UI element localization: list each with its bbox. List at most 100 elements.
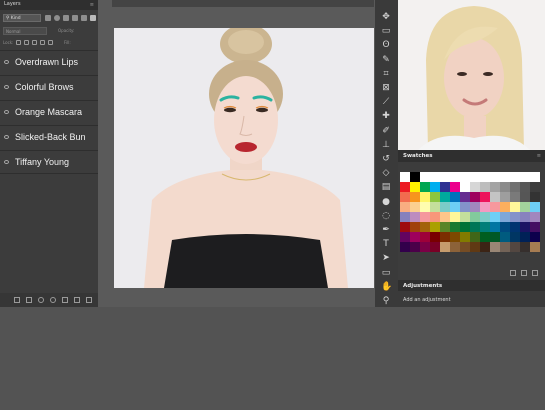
color-swatch[interactable] xyxy=(520,222,530,232)
filter-adjustment-icon[interactable] xyxy=(54,15,60,21)
color-swatch[interactable] xyxy=(460,192,470,202)
rectangle-icon[interactable]: ▭ xyxy=(381,268,391,278)
color-swatch[interactable] xyxy=(400,212,410,222)
color-swatch[interactable] xyxy=(480,202,490,212)
color-swatch[interactable] xyxy=(430,242,440,252)
color-swatch[interactable] xyxy=(470,192,480,202)
layer-row[interactable]: Overdrawn Lips xyxy=(0,50,98,74)
color-swatch[interactable] xyxy=(470,182,480,192)
color-swatch[interactable] xyxy=(450,212,460,222)
color-swatch[interactable] xyxy=(450,242,460,252)
color-swatch[interactable] xyxy=(480,192,490,202)
color-swatch[interactable] xyxy=(480,212,490,222)
color-swatch[interactable] xyxy=(460,232,470,242)
color-swatch[interactable] xyxy=(430,182,440,192)
color-swatch[interactable] xyxy=(510,242,520,252)
color-swatch[interactable] xyxy=(510,172,520,182)
color-swatch[interactable] xyxy=(430,212,440,222)
color-swatch[interactable] xyxy=(520,182,530,192)
color-swatch[interactable] xyxy=(440,242,450,252)
color-swatch[interactable] xyxy=(400,202,410,212)
hand-icon[interactable]: ✋ xyxy=(381,282,392,292)
color-swatch[interactable] xyxy=(400,192,410,202)
color-swatch[interactable] xyxy=(400,172,410,182)
brush-icon[interactable]: ✐ xyxy=(381,126,391,136)
layers-tab[interactable]: Layers ≡ xyxy=(0,0,98,10)
color-swatch[interactable] xyxy=(420,192,430,202)
color-swatch[interactable] xyxy=(400,242,410,252)
layer-style-icon[interactable] xyxy=(26,297,32,303)
layer-row[interactable]: Orange Mascara xyxy=(0,100,98,124)
color-swatch[interactable] xyxy=(460,172,470,182)
color-swatch[interactable] xyxy=(510,182,520,192)
color-swatch[interactable] xyxy=(520,232,530,242)
layer-row[interactable]: Tiffany Young xyxy=(0,150,98,174)
color-swatch[interactable] xyxy=(520,192,530,202)
quick-select-icon[interactable]: ✎ xyxy=(381,55,391,65)
color-swatch[interactable] xyxy=(510,232,520,242)
color-swatch[interactable] xyxy=(480,232,490,242)
color-swatch[interactable] xyxy=(470,222,480,232)
eye-icon[interactable] xyxy=(4,110,9,114)
color-swatch[interactable] xyxy=(490,172,500,182)
color-swatch[interactable] xyxy=(450,172,460,182)
layer-row[interactable]: Slicked-Back Bun xyxy=(0,125,98,149)
move-icon[interactable]: ✥ xyxy=(381,12,391,22)
color-swatch[interactable] xyxy=(460,182,470,192)
lock-transparent-icon[interactable] xyxy=(16,40,21,45)
filter-kind-select[interactable]: ⚲ Kind xyxy=(3,14,41,22)
color-swatch[interactable] xyxy=(450,182,460,192)
adjustment-layer-icon[interactable] xyxy=(50,297,56,303)
color-swatch[interactable] xyxy=(500,222,510,232)
color-swatch[interactable] xyxy=(420,212,430,222)
color-swatch[interactable] xyxy=(500,202,510,212)
color-swatch[interactable] xyxy=(430,192,440,202)
color-swatch[interactable] xyxy=(440,232,450,242)
eyedropper-icon[interactable]: ⟋ xyxy=(381,97,391,107)
eye-icon[interactable] xyxy=(4,160,9,164)
crop-icon[interactable]: ⌗ xyxy=(381,69,391,79)
filter-toggle-icon[interactable] xyxy=(90,15,96,21)
color-swatch[interactable] xyxy=(440,202,450,212)
zoom-icon[interactable]: ⚲ xyxy=(381,296,391,306)
color-swatch[interactable] xyxy=(440,212,450,222)
color-swatch[interactable] xyxy=(490,232,500,242)
color-swatch[interactable] xyxy=(500,172,510,182)
color-swatch[interactable] xyxy=(430,202,440,212)
panel-menu-icon[interactable]: ≡ xyxy=(90,2,94,8)
type-icon[interactable]: T xyxy=(381,239,391,249)
color-swatch[interactable] xyxy=(460,202,470,212)
color-swatch[interactable] xyxy=(420,182,430,192)
color-swatch[interactable] xyxy=(530,212,540,222)
blend-mode-select[interactable]: Normal xyxy=(3,27,47,35)
color-swatch[interactable] xyxy=(440,182,450,192)
gradient-icon[interactable]: ▤ xyxy=(381,182,391,192)
trash-icon[interactable] xyxy=(86,297,92,303)
new-group-icon[interactable] xyxy=(62,297,68,303)
color-swatch[interactable] xyxy=(510,222,520,232)
new-swatch-icon[interactable] xyxy=(510,270,516,276)
color-swatch[interactable] xyxy=(470,212,480,222)
color-swatch[interactable] xyxy=(450,202,460,212)
color-swatch[interactable] xyxy=(400,222,410,232)
dodge-icon[interactable]: ◌ xyxy=(381,211,391,221)
color-swatch[interactable] xyxy=(480,222,490,232)
color-swatch[interactable] xyxy=(470,232,480,242)
color-swatch[interactable] xyxy=(400,182,410,192)
color-swatch[interactable] xyxy=(520,172,530,182)
color-swatch[interactable] xyxy=(420,232,430,242)
history-brush-icon[interactable]: ↺ xyxy=(381,154,391,164)
color-swatch[interactable] xyxy=(410,232,420,242)
lock-pixels-icon[interactable] xyxy=(24,40,29,45)
link-layers-icon[interactable] xyxy=(14,297,20,303)
color-swatch[interactable] xyxy=(500,242,510,252)
color-swatch[interactable] xyxy=(430,232,440,242)
document-tab[interactable] xyxy=(112,0,374,7)
color-swatch[interactable] xyxy=(470,202,480,212)
eye-icon[interactable] xyxy=(4,85,9,89)
color-swatch[interactable] xyxy=(500,232,510,242)
color-swatch[interactable] xyxy=(410,242,420,252)
color-swatch[interactable] xyxy=(500,192,510,202)
trash-icon[interactable] xyxy=(532,270,538,276)
eye-icon[interactable] xyxy=(4,135,9,139)
